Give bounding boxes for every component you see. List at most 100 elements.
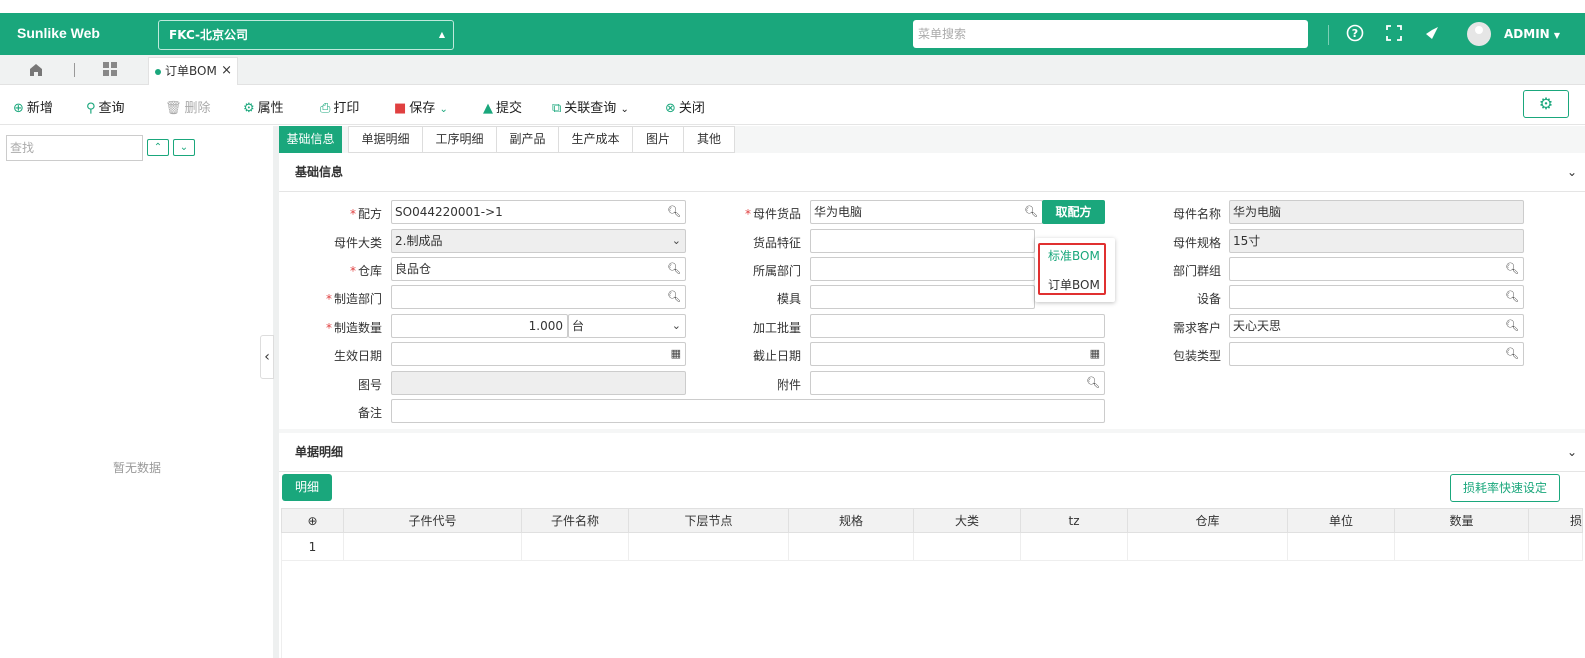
remark-field[interactable] (391, 399, 1105, 423)
dept-group-field[interactable]: 🔍︎ (1229, 257, 1524, 281)
parent-item-field[interactable]: 华为电脑 🔍︎ (810, 200, 1043, 224)
company-selector[interactable]: FKC-北京公司 ▲ (158, 20, 454, 50)
get-formula-button[interactable]: 取配方 (1042, 200, 1105, 224)
tab-doc-detail[interactable]: 单据明细 (348, 126, 423, 153)
company-name: FKC-北京公司 (169, 28, 249, 42)
search-icon[interactable]: 🔍︎ (1505, 343, 1519, 365)
close-button[interactable]: ⊗ 关闭 (665, 97, 705, 116)
search-icon[interactable]: 🔍︎ (1086, 372, 1100, 394)
loss-rate-quick-set-button[interactable]: 损耗率快速设定 (1450, 474, 1560, 502)
column-header[interactable]: 大类 (913, 508, 1021, 533)
mfg-qty-field[interactable]: 1.000 (391, 314, 568, 338)
column-header[interactable]: 子件名称 (521, 508, 629, 533)
user-menu[interactable]: ADMIN ▼ (1504, 27, 1560, 41)
mold-field[interactable] (810, 285, 1035, 309)
search-icon[interactable]: 🔍︎ (667, 286, 681, 308)
grid-icon[interactable] (102, 61, 118, 81)
detail-button[interactable]: 明细 (282, 474, 332, 501)
delete-button[interactable]: 🗑 删除 (165, 97, 211, 116)
column-header[interactable]: 下层节点 (628, 508, 789, 533)
column-header[interactable]: 数量 (1394, 508, 1529, 533)
chevron-down-icon[interactable]: ⌄ (173, 139, 195, 156)
menu-search-input[interactable]: 菜单搜索 (913, 20, 1308, 48)
submit-button[interactable]: ▲ 提交 (483, 97, 522, 116)
column-header[interactable]: 仓库 (1127, 508, 1288, 533)
avatar[interactable] (1467, 22, 1491, 46)
properties-button[interactable]: ⚙ 属性 (243, 97, 284, 116)
item-feature-field[interactable] (810, 229, 1035, 253)
chevron-down-icon[interactable]: ⌄ (439, 104, 447, 115)
related-query-button[interactable]: ⧉ 关联查询 ⌄ (552, 97, 629, 116)
find-input[interactable]: 查找 (6, 135, 143, 161)
search-icon[interactable]: 🔍︎ (1024, 201, 1038, 223)
table-cell[interactable] (913, 532, 1021, 561)
table-cell[interactable] (1394, 532, 1529, 561)
attachment-field[interactable]: 🔍︎ (810, 371, 1105, 395)
home-icon[interactable] (28, 62, 44, 82)
theme-icon[interactable] (1422, 24, 1442, 44)
settings-button[interactable]: ⚙ (1523, 90, 1569, 118)
table-row[interactable]: 1 (281, 532, 1583, 561)
dept-field[interactable] (810, 257, 1035, 281)
search-icon[interactable]: 🔍︎ (1505, 258, 1519, 280)
column-header[interactable]: 损 (1528, 508, 1583, 533)
calendar-icon[interactable]: ▦ (1090, 343, 1100, 365)
table-cell[interactable] (1127, 532, 1288, 561)
formula-field[interactable]: SO044220001->1 🔍︎ (391, 200, 686, 224)
table-cell[interactable] (1528, 532, 1583, 561)
parent-spec-field[interactable]: 15寸 (1229, 229, 1524, 253)
search-icon[interactable]: 🔍︎ (667, 258, 681, 280)
tab-basic-info[interactable]: 基础信息 (279, 126, 342, 153)
section-header[interactable]: 基础信息 ⌄ (279, 153, 1585, 192)
end-date-field[interactable]: ▦ (810, 342, 1105, 366)
fullscreen-icon[interactable] (1384, 24, 1404, 44)
table-cell[interactable] (1020, 532, 1128, 561)
chevron-down-icon[interactable]: ⌄ (1567, 153, 1577, 191)
new-button[interactable]: ⊕ 新增 (13, 97, 53, 116)
table-cell[interactable] (628, 532, 789, 561)
menu-item-standard-bom[interactable]: 标准BOM (1048, 247, 1100, 264)
tab-production-cost[interactable]: 生产成本 (558, 126, 633, 153)
table-cell[interactable] (1287, 532, 1395, 561)
table-cell[interactable] (521, 532, 629, 561)
query-button[interactable]: ⚲ 查询 (86, 97, 125, 116)
section-header[interactable]: 单据明细 ⌄ (279, 433, 1585, 472)
search-icon[interactable]: 🔍︎ (667, 201, 681, 223)
pack-type-field[interactable]: 🔍︎ (1229, 342, 1524, 366)
table-cell[interactable] (343, 532, 522, 561)
equipment-field[interactable]: 🔍︎ (1229, 285, 1524, 309)
column-header[interactable]: 规格 (788, 508, 914, 533)
mfg-dept-field[interactable]: 🔍︎ (391, 285, 686, 309)
column-header[interactable]: tz (1020, 508, 1128, 533)
parent-name-label: 母件名称 (1172, 207, 1221, 221)
tab-other[interactable]: 其他 (683, 126, 735, 153)
batch-field[interactable] (810, 314, 1105, 338)
tab-by-product[interactable]: 副产品 (496, 126, 559, 153)
table-cell[interactable] (788, 532, 914, 561)
drawing-no-field[interactable] (391, 371, 686, 395)
chevron-left-icon[interactable]: ‹ (260, 335, 274, 379)
search-icon[interactable]: 🔍︎ (1505, 315, 1519, 337)
menu-item-order-bom[interactable]: 订单BOM (1048, 276, 1100, 293)
tab-process-detail[interactable]: 工序明细 (422, 126, 497, 153)
column-header[interactable]: 子件代号 (343, 508, 522, 533)
save-button[interactable]: ■ 保存 ⌄ (394, 97, 448, 116)
calendar-icon[interactable]: ▦ (671, 343, 681, 365)
chevron-up-icon[interactable]: ⌃ (147, 139, 169, 156)
tab-order-bom[interactable]: 订单BOM × (148, 57, 238, 85)
print-button[interactable]: ⎙ 打印 (320, 97, 359, 116)
tabs-bar: 订单BOM × (0, 55, 1585, 85)
parent-category-select[interactable]: 2.制成品 ⌄ (391, 229, 686, 253)
add-row-icon[interactable]: ⊕ (281, 508, 344, 533)
close-icon[interactable]: × (221, 58, 232, 84)
chevron-down-icon[interactable]: ⌄ (1567, 433, 1577, 471)
column-header[interactable]: 单位 (1287, 508, 1395, 533)
effective-date-field[interactable]: ▦ (391, 342, 686, 366)
tab-images[interactable]: 图片 (632, 126, 684, 153)
warehouse-field[interactable]: 良品仓 🔍︎ (391, 257, 686, 281)
customer-field[interactable]: 天心天思 🔍︎ (1229, 314, 1524, 338)
search-icon[interactable]: 🔍︎ (1505, 286, 1519, 308)
help-icon[interactable]: ? (1345, 24, 1365, 44)
unit-select[interactable]: 台 ⌄ (568, 314, 686, 338)
parent-name-field[interactable]: 华为电脑 (1229, 200, 1524, 224)
